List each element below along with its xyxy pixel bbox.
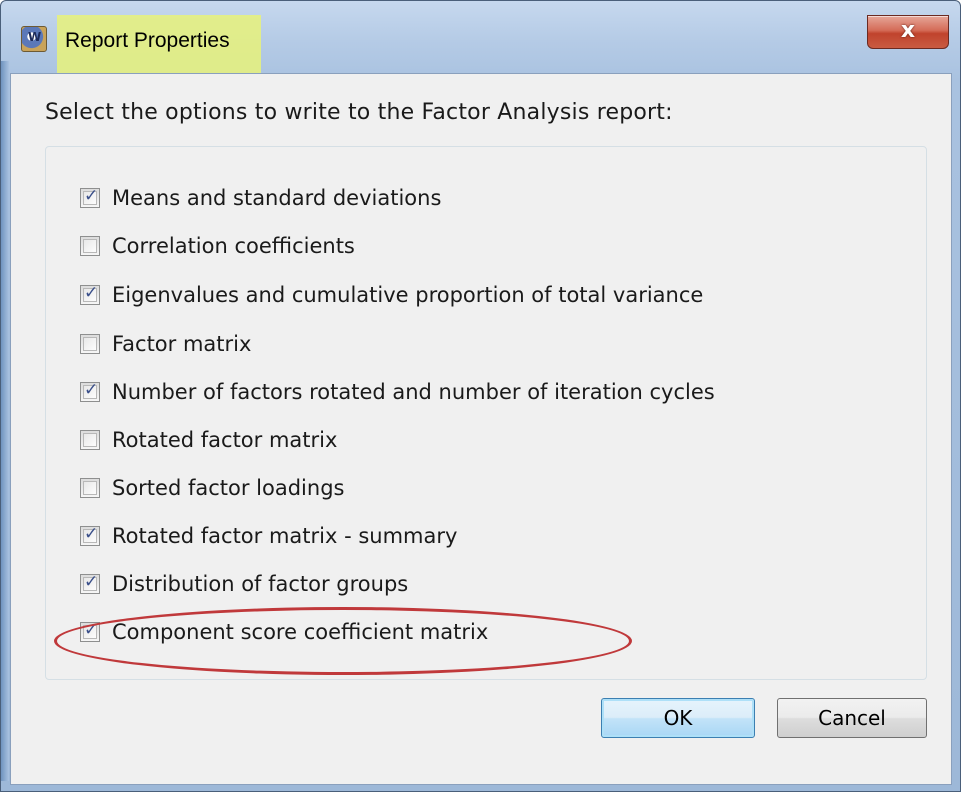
close-button[interactable]: x — [867, 15, 949, 49]
option-eigenvalues[interactable]: Eigenvalues and cumulative proportion of… — [80, 280, 703, 310]
checkbox[interactable] — [80, 478, 100, 498]
cancel-button[interactable]: Cancel — [777, 698, 927, 738]
checkbox[interactable] — [80, 430, 100, 450]
option-means-std[interactable]: Means and standard deviations — [80, 183, 441, 213]
dialog-client-area: Select the options to write to the Facto… — [10, 73, 952, 785]
checkbox[interactable] — [80, 283, 100, 305]
option-label: Correlation coefficients — [112, 234, 355, 258]
option-label: Rotated factor matrix - summary — [112, 524, 458, 548]
checkbox[interactable] — [80, 236, 100, 256]
window-title: Report Properties — [65, 29, 230, 52]
option-label: Eigenvalues and cumulative proportion of… — [112, 283, 704, 307]
option-rotated-matrix[interactable]: Rotated factor matrix — [80, 425, 337, 455]
option-label: Sorted factor loadings — [112, 476, 345, 500]
option-factor-matrix[interactable]: Factor matrix — [80, 329, 251, 359]
option-label: Factor matrix — [112, 332, 252, 356]
option-label: Number of factors rotated and number of … — [112, 380, 715, 404]
checkbox[interactable] — [80, 380, 100, 402]
checkbox[interactable] — [80, 620, 100, 642]
option-sorted-loadings[interactable]: Sorted factor loadings — [80, 473, 344, 503]
dialog-window: Report Properties x Select the options t… — [0, 0, 961, 792]
option-rotated-summary[interactable]: Rotated factor matrix - summary — [80, 521, 457, 551]
option-label: Component score coefficient matrix — [112, 620, 489, 644]
option-correlation[interactable]: Correlation coefficients — [80, 231, 355, 261]
option-distribution-groups[interactable]: Distribution of factor groups — [80, 569, 408, 599]
close-icon: x — [900, 18, 916, 43]
checkbox[interactable] — [80, 572, 100, 594]
option-component-score[interactable]: Component score coefficient matrix — [80, 617, 488, 647]
checkbox[interactable] — [80, 524, 100, 546]
title-bar[interactable]: Report Properties x — [1, 1, 961, 85]
options-panel: Means and standard deviations Correlatio… — [45, 146, 927, 680]
option-label: Distribution of factor groups — [112, 572, 409, 596]
checkbox[interactable] — [80, 186, 100, 208]
option-label: Rotated factor matrix — [112, 428, 338, 452]
option-label: Means and standard deviations — [112, 186, 442, 210]
instruction-text: Select the options to write to the Facto… — [45, 100, 673, 125]
option-factors-rotated[interactable]: Number of factors rotated and number of … — [80, 377, 715, 407]
app-icon — [21, 26, 47, 52]
ok-button[interactable]: OK — [601, 698, 755, 738]
checkbox[interactable] — [80, 334, 100, 354]
